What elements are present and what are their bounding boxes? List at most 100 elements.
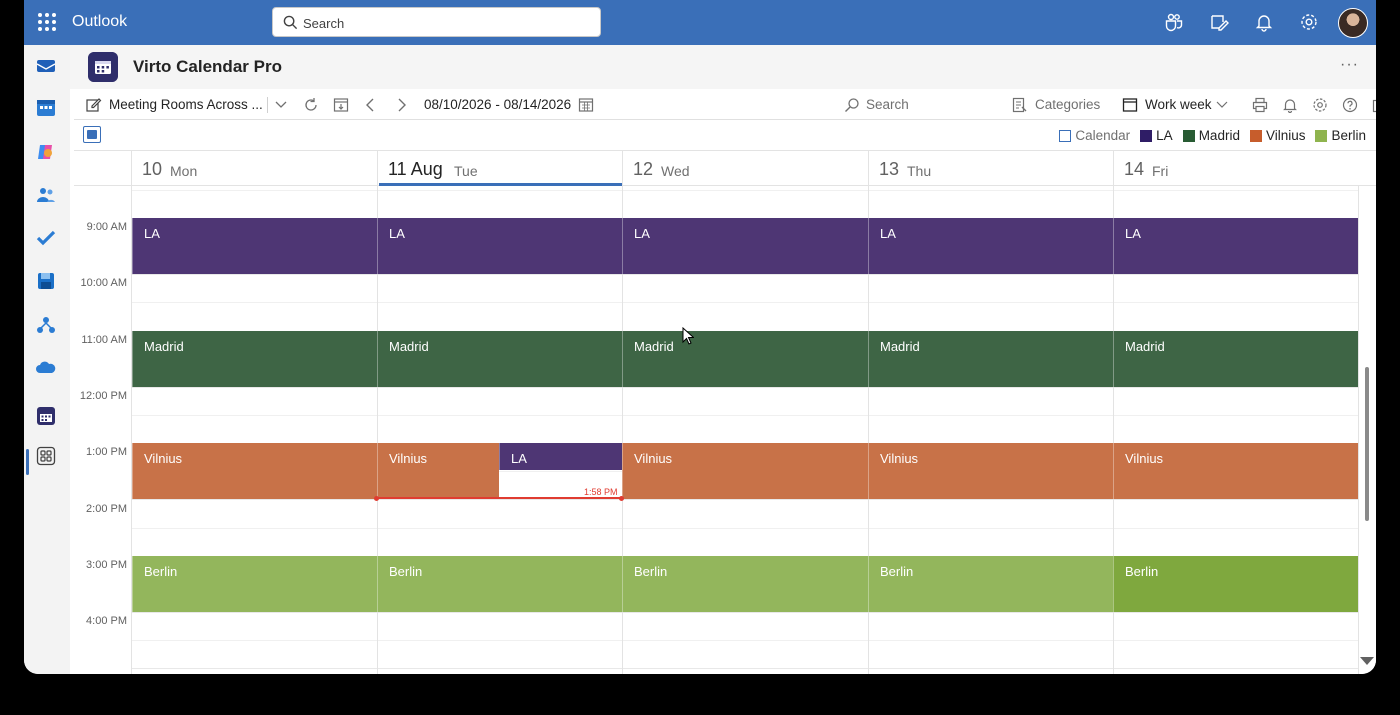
day-number: 13 [879,159,900,179]
avatar[interactable] [1338,8,1368,38]
day-header: 10 Mon 11 Aug Tue 12 Wed 13 Thu 14 Fri [74,150,1376,186]
event-berlin[interactable]: Berlin [132,556,377,612]
save-icon[interactable] [36,271,56,291]
event-la[interactable]: LA [132,218,377,274]
event-madrid[interactable]: Madrid [868,331,1113,387]
event-la[interactable]: LA [377,218,622,274]
legend-swatch [1249,129,1262,142]
day-number: 12 [633,159,654,179]
more-options-button[interactable]: ··· [1340,56,1359,74]
calendar-selector[interactable]: Meeting Rooms Across ... [109,97,263,112]
event-berlin[interactable]: Berlin [622,556,868,612]
event-vilnius[interactable]: Vilnius [622,443,868,499]
view-chevron-down-icon[interactable] [1216,97,1228,111]
categories-button[interactable]: Categories [1035,97,1100,112]
mouse-cursor-icon [682,327,694,345]
legend-row: Calendar LA Madrid Vilnius Berlin [74,120,1376,150]
legend-label: LA [1156,128,1173,143]
edit-icon[interactable] [86,97,102,113]
onedrive-icon[interactable] [36,358,56,378]
event-madrid[interactable]: Madrid [622,331,868,387]
date-picker-icon[interactable] [578,97,594,113]
event-vilnius[interactable]: Vilnius [868,443,1113,499]
org-icon[interactable] [36,315,56,335]
search-box[interactable] [272,7,601,37]
event-berlin[interactable]: Berlin [868,556,1113,612]
legend-label: Calendar [1075,128,1131,143]
bell-icon[interactable] [1254,12,1274,32]
mail-icon[interactable] [36,56,56,76]
event-vilnius[interactable]: Vilnius [1113,443,1358,499]
print-icon[interactable] [1252,97,1268,113]
popout-icon[interactable] [1372,97,1376,113]
event-la[interactable]: LA [622,218,868,274]
todo-icon[interactable] [36,228,56,248]
gear-icon[interactable] [1299,12,1319,32]
help-icon[interactable] [1342,97,1358,113]
event-vilnius[interactable]: Vilnius [377,443,499,499]
day-header-fri[interactable]: 14 Fri [1113,151,1358,186]
event-vilnius[interactable]: Vilnius [132,443,377,499]
people-icon[interactable] [36,185,56,205]
grid-line [131,415,1358,416]
categories-icon[interactable] [1012,97,1028,113]
prev-icon[interactable] [364,97,378,113]
scrollbar-thumb[interactable] [1365,367,1369,521]
search-input[interactable] [303,13,583,33]
event-madrid[interactable]: Madrid [377,331,622,387]
select-all-checkbox[interactable] [83,126,101,143]
day-header-wed[interactable]: 12 Wed [622,151,868,186]
today-icon[interactable] [333,97,349,113]
grid-line [131,612,1358,613]
legend-item-madrid[interactable]: Madrid [1182,128,1240,143]
time-label: 4:00 PM [86,615,127,627]
virto-logo-icon [88,52,118,82]
event-madrid[interactable]: Madrid [1113,331,1358,387]
event-la-extra[interactable]: LA [499,443,622,470]
compose-note-icon[interactable] [1209,12,1229,32]
legend-label: Berlin [1331,128,1366,143]
day-header-thu[interactable]: 13 Thu [868,151,1113,186]
day-header-mon[interactable]: 10 Mon [131,151,377,186]
event-la[interactable]: LA [1113,218,1358,274]
toolbar: Meeting Rooms Across ... 08/10/2026 - 08… [74,89,1376,120]
app-name[interactable]: Outlook [72,13,127,31]
refresh-icon[interactable] [303,97,319,113]
next-icon[interactable] [394,97,408,113]
day-header-tue[interactable]: 11 Aug Tue [377,151,622,186]
waffle-icon[interactable] [38,13,56,31]
grid-line [131,190,1358,191]
reminder-bell-icon[interactable] [1282,97,1298,113]
settings-icon[interactable] [1312,97,1328,113]
legend-item-vilnius[interactable]: Vilnius [1249,128,1305,143]
view-icon[interactable] [1122,97,1138,113]
calendar-icon[interactable] [36,98,56,118]
date-range[interactable]: 08/10/2026 - 08/14/2026 [424,97,571,112]
search-icon[interactable] [844,97,860,113]
app-header: Virto Calendar Pro ··· [70,45,1376,89]
time-grid[interactable]: 9:00 AM 10:00 AM 11:00 AM 12:00 PM 1:00 … [74,186,1376,674]
apps-icon[interactable] [36,446,56,466]
event-berlin[interactable]: Berlin [377,556,622,612]
time-label: 12:00 PM [79,390,127,402]
virto-calendar-icon[interactable] [36,406,56,426]
legend-item-la[interactable]: LA [1140,128,1173,143]
time-column: 9:00 AM 10:00 AM 11:00 AM 12:00 PM 1:00 … [74,186,132,674]
chevron-down-icon[interactable] [274,97,288,111]
event-madrid[interactable]: Madrid [132,331,377,387]
copilot-icon[interactable] [36,142,56,162]
event-berlin[interactable]: Berlin [1113,556,1358,612]
grid-line [131,499,1358,500]
legend-item-berlin[interactable]: Berlin [1315,128,1366,143]
day-name: Thu [907,163,932,179]
toolbar-search[interactable]: Search [866,97,909,112]
scroll-down-arrow-icon[interactable] [1360,657,1374,665]
legend-item-calendar[interactable]: Calendar [1059,128,1130,143]
day-name: Wed [661,163,690,179]
outlook-window: Outlook Virto Calendar Pro ··· Meeting R… [24,0,1376,674]
top-bar: Outlook [24,0,1376,45]
view-selector[interactable]: Work week [1145,97,1212,112]
teams-icon[interactable] [1164,12,1184,32]
day-column-line [1358,186,1359,674]
event-la[interactable]: LA [868,218,1113,274]
